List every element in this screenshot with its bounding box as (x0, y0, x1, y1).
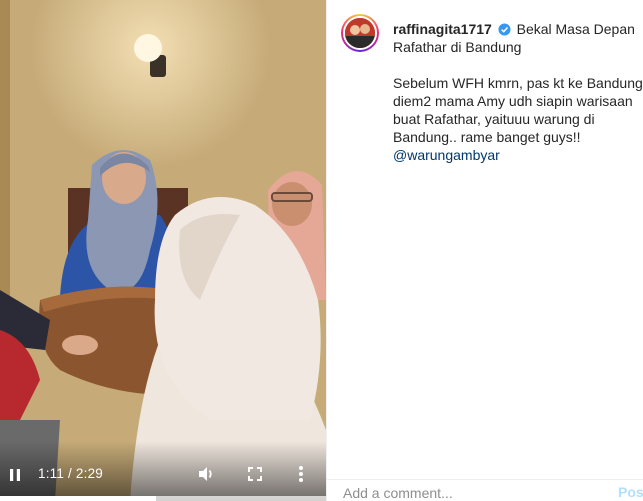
caption-text: raffinagita1717 Bekal Masa Depan Rafatha… (393, 20, 643, 164)
caption-body-text: Sebelum WFH kmrn, pas kt ke Bandung, die… (393, 75, 643, 145)
fullscreen-button[interactable] (246, 465, 264, 483)
time-display: 1:11 / 2:29 (38, 466, 104, 481)
fullscreen-icon (248, 467, 262, 481)
video-progress-fill (0, 496, 156, 501)
play-pause-button[interactable] (6, 466, 24, 484)
comment-bar: Post (327, 479, 643, 501)
username-link[interactable]: raffinagita1717 (393, 21, 492, 37)
verified-badge-icon (498, 23, 511, 36)
mention-link[interactable]: @warungambyar (393, 147, 500, 163)
avatar-image (343, 16, 377, 50)
post-panel: raffinagita1717 Bekal Masa Depan Rafatha… (326, 0, 643, 501)
video-frame (0, 0, 326, 501)
volume-icon (199, 467, 212, 481)
caption-body: Sebelum WFH kmrn, pas kt ke Bandung, die… (393, 74, 643, 164)
pause-icon (10, 469, 20, 481)
video-progress-bar[interactable] (0, 496, 326, 501)
volume-button[interactable] (196, 464, 216, 484)
avatar[interactable] (341, 14, 379, 52)
video-player[interactable]: 1:11 / 2:29 (0, 0, 326, 501)
post-comment-button[interactable]: Post (618, 484, 643, 500)
more-options-icon (299, 466, 303, 482)
comment-input[interactable] (343, 484, 603, 501)
more-options-button[interactable] (294, 464, 308, 484)
